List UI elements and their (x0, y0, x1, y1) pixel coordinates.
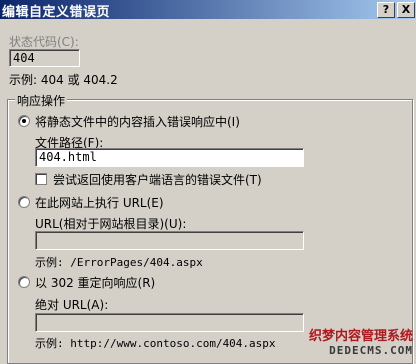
redirect-url-label: 绝对 URL(A): (35, 298, 109, 312)
radio-static-file-label[interactable]: 将静态文件中的内容插入错误响应中(I) (35, 113, 240, 130)
help-button[interactable]: ? (377, 2, 395, 18)
radio-selected-dot (22, 119, 26, 123)
execute-url-label: URL(相对于网站根目录)(U): (35, 217, 187, 231)
window-title: 编辑自定义错误页 (2, 5, 111, 20)
status-code-input[interactable]: 404 (9, 49, 80, 67)
close-button[interactable]: X (397, 2, 415, 18)
redirect-url-example: 示例: http://www.contoso.com/404.aspx (35, 335, 276, 351)
redirect-url-example-text: 示例: http://www.contoso.com/404.aspx (35, 337, 276, 350)
execute-url-input[interactable] (35, 231, 304, 250)
localized-error-checkbox[interactable] (35, 173, 47, 185)
radio-redirect-label[interactable]: 以 302 重定向响应(R) (35, 274, 155, 291)
response-action-legend: 响应操作 (15, 92, 68, 109)
radio-execute-url-label[interactable]: 在此网站上执行 URL(E) (35, 194, 164, 211)
radio-execute-url[interactable] (18, 196, 30, 208)
title-bar: 编辑自定义错误页 ? X (0, 0, 416, 20)
file-path-input[interactable]: 404.html (35, 148, 304, 167)
watermark-line2: DEDECMS.COM (329, 344, 413, 357)
redirect-url-input[interactable] (35, 313, 304, 332)
status-code-example: 示例: 404 或 404.2 (9, 73, 118, 87)
execute-url-example: 示例: /ErrorPages/404.aspx (35, 254, 203, 270)
radio-static-file[interactable] (18, 115, 30, 127)
radio-redirect[interactable] (18, 276, 30, 288)
execute-url-example-text: 示例: /ErrorPages/404.aspx (35, 256, 203, 269)
watermark: 织梦内容管理系统 DEDECMS.COM (309, 330, 413, 358)
watermark-line1: 织梦内容管理系统 (308, 329, 413, 344)
status-code-label: 状态代码(C): (9, 35, 79, 49)
localized-error-label[interactable]: 尝试返回使用客户端语言的错误文件(T) (53, 171, 262, 188)
